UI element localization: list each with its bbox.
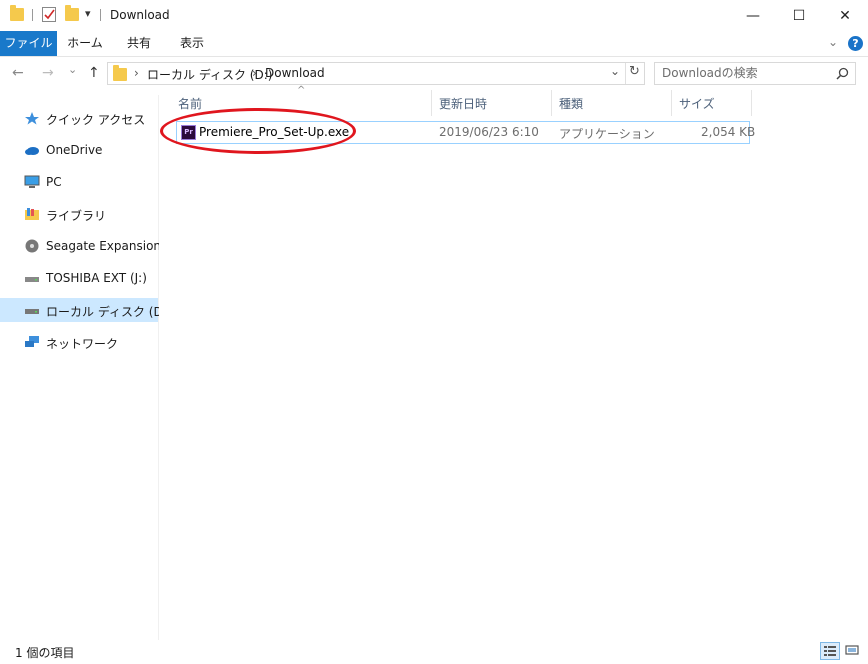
expand-ribbon-chevron-icon[interactable]: ⌄	[828, 35, 838, 49]
maximize-button[interactable]: ☐	[776, 0, 822, 31]
sidebar-item-local-disk[interactable]: ローカル ディスク (D:)	[0, 298, 171, 322]
sidebar-item-quick-access[interactable]: クイック アクセス	[0, 106, 158, 130]
sidebar-item-onedrive[interactable]: OneDrive	[0, 138, 158, 162]
disc-drive-icon	[25, 239, 39, 253]
divider	[625, 63, 626, 84]
divider	[32, 9, 33, 21]
tab-share[interactable]: 共有	[113, 31, 165, 56]
address-bar[interactable]: › ローカル ディスク (D:) › Download ⌄ ↻	[107, 62, 645, 85]
file-list: ^ 名前 更新日時 種類 サイズ Pr Premiere_Pro_Set-Up.…	[159, 85, 868, 640]
divider	[100, 9, 101, 21]
sidebar-item-label: ローカル ディスク (D:)	[46, 305, 172, 319]
title-bar: ▾ Download — ☐ ✕	[0, 0, 868, 31]
sidebar-item-label: クイック アクセス	[46, 113, 146, 127]
column-header-type[interactable]: 種類	[559, 95, 583, 112]
column-divider[interactable]	[431, 90, 432, 116]
sidebar-item-label: OneDrive	[46, 143, 103, 157]
search-icon[interactable]	[836, 67, 849, 80]
refresh-icon[interactable]: ↻	[629, 64, 640, 79]
status-bar: 1 個の項目	[0, 640, 868, 664]
breadcrumb-download[interactable]: Download	[265, 66, 325, 80]
sidebar-item-network[interactable]: ネットワーク	[0, 330, 158, 354]
properties-checkmark-icon[interactable]	[42, 7, 56, 22]
folder-icon	[113, 65, 127, 81]
red-circle-annotation	[160, 108, 356, 154]
quick-access-dropdown-icon[interactable]: ▾	[85, 7, 91, 20]
help-icon[interactable]: ?	[848, 36, 863, 51]
forward-arrow-icon[interactable]: →	[42, 65, 54, 81]
file-modified: 2019/06/23 6:10	[439, 125, 539, 139]
sidebar-item-toshiba[interactable]: TOSHIBA EXT (J:)	[0, 266, 158, 290]
tab-view[interactable]: 表示	[165, 31, 219, 56]
monitor-icon	[24, 175, 40, 188]
sidebar-item-label: PC	[46, 175, 62, 189]
file-size: 2,054 KB	[701, 125, 756, 139]
column-header-modified[interactable]: 更新日時	[439, 95, 487, 112]
breadcrumb-separator[interactable]: ›	[252, 66, 257, 80]
sidebar-item-libraries[interactable]: ライブラリ	[0, 202, 158, 226]
details-view-button[interactable]	[820, 642, 840, 660]
up-arrow-icon[interactable]: ↑	[88, 65, 100, 81]
recent-locations-chevron-icon[interactable]: ⌄	[68, 63, 77, 76]
column-divider[interactable]	[551, 90, 552, 116]
minimize-button[interactable]: —	[730, 0, 776, 31]
column-divider[interactable]	[671, 90, 672, 116]
usb-drive-icon	[25, 277, 39, 282]
sidebar-item-pc[interactable]: PC	[0, 170, 158, 194]
network-icon	[25, 336, 39, 347]
close-button[interactable]: ✕	[822, 0, 868, 31]
item-count: 1 個の項目	[15, 646, 75, 660]
search-input[interactable]	[662, 66, 832, 80]
sidebar-item-label: ライブラリ	[46, 209, 107, 223]
search-box[interactable]	[654, 62, 856, 85]
file-type: アプリケーション	[559, 127, 655, 141]
cloud-icon	[25, 147, 39, 155]
column-header-size[interactable]: サイズ	[679, 95, 715, 112]
back-arrow-icon[interactable]: ←	[12, 65, 24, 81]
large-icons-icon	[845, 645, 859, 655]
large-icons-view-button[interactable]	[843, 642, 863, 660]
sort-ascending-icon: ^	[297, 85, 306, 96]
column-header-name[interactable]: 名前	[178, 95, 202, 112]
sidebar-item-label: ネットワーク	[46, 337, 119, 351]
star-pin-icon	[25, 112, 39, 125]
breadcrumb-separator[interactable]: ›	[134, 66, 139, 80]
address-dropdown-chevron-icon[interactable]: ⌄	[610, 64, 620, 78]
tab-file[interactable]: ファイル	[0, 31, 57, 56]
ribbon-tabs: ファイル ホーム 共有 表示 ⌄ ?	[0, 31, 868, 57]
library-folder-icon	[25, 208, 39, 220]
window-title: Download	[110, 8, 170, 22]
column-divider[interactable]	[751, 90, 752, 116]
sidebar-item-label: TOSHIBA EXT (J:)	[46, 271, 147, 285]
tab-home[interactable]: ホーム	[57, 31, 113, 56]
local-disk-icon	[25, 309, 39, 314]
navigation-pane: クイック アクセス OneDrive PC ライブラリ Seagate Expa…	[0, 95, 179, 640]
sidebar-item-seagate[interactable]: Seagate Expansion Dr	[0, 234, 179, 258]
details-list-icon	[824, 646, 836, 656]
